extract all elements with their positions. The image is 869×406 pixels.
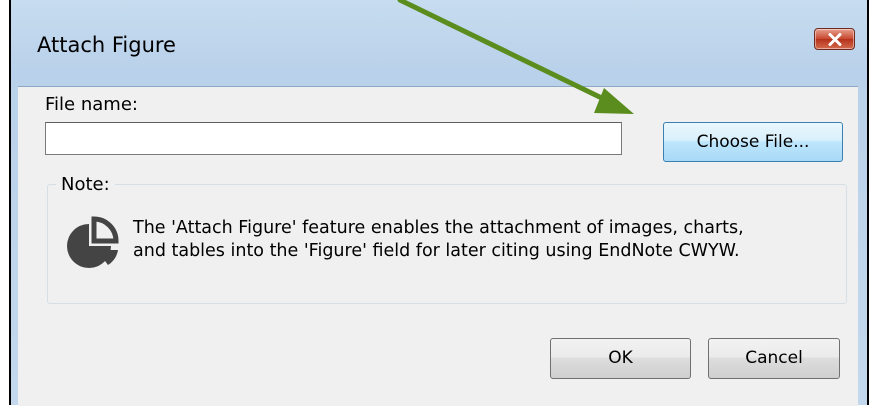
dialog-window: Attach Figure File name: Choose File... … (9, 0, 869, 406)
close-x-icon (828, 33, 842, 46)
close-button[interactable] (814, 28, 855, 50)
pie-chart-icon (67, 216, 119, 268)
note-line-1: The 'Attach Figure' feature enables the … (133, 218, 744, 238)
file-name-label: File name: (45, 94, 138, 115)
note-label: Note: (56, 174, 115, 195)
dialog-body: File name: Choose File... Note: The 'Att… (18, 86, 858, 406)
choose-file-button[interactable]: Choose File... (663, 122, 843, 162)
ok-button[interactable]: OK (550, 338, 691, 379)
file-name-input[interactable] (45, 122, 622, 155)
cancel-button[interactable]: Cancel (708, 338, 840, 379)
note-line-2: and tables into the 'Figure' field for l… (133, 241, 740, 261)
note-description: The 'Attach Figure' feature enables the … (133, 217, 833, 263)
title-bar[interactable]: Attach Figure (11, 0, 867, 86)
dialog-title: Attach Figure (37, 33, 176, 57)
